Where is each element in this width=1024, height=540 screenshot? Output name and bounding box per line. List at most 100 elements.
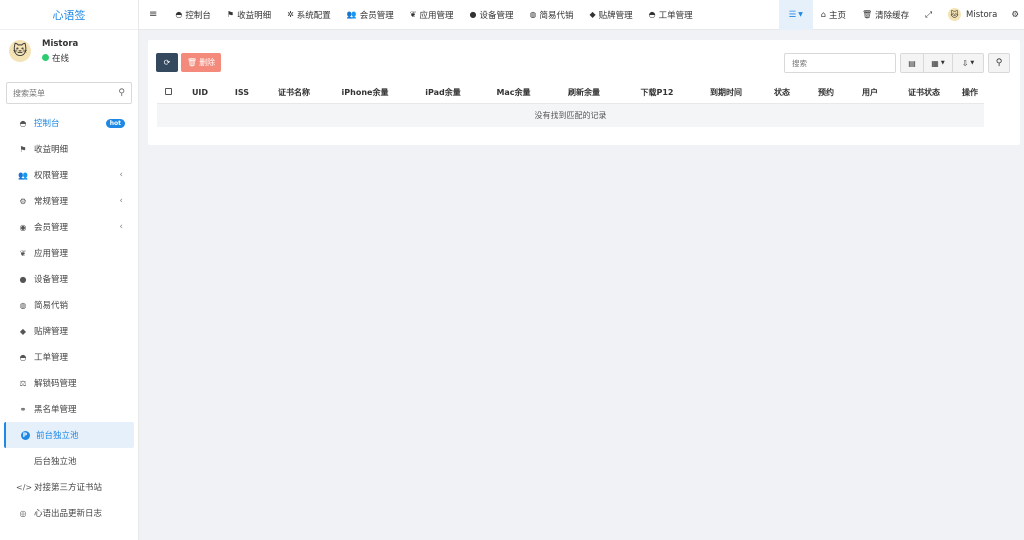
tags-icon: ◆ bbox=[19, 326, 27, 336]
column-header[interactable]: 下载P12 bbox=[622, 83, 692, 104]
topnav-item-label: 简易代销 bbox=[539, 10, 574, 21]
trash-icon: 🗑 bbox=[862, 10, 873, 19]
column-header[interactable]: Mac余量 bbox=[481, 83, 546, 104]
leaf-icon: ❦ bbox=[19, 248, 27, 258]
user-menu-name: Mistora bbox=[966, 9, 998, 20]
sidebar-item-permission[interactable]: 👥 权限管理 ‹ bbox=[0, 162, 138, 188]
search-icon[interactable]: ⚲ bbox=[118, 88, 125, 98]
clear-cache-button[interactable]: 🗑 清除缓存 bbox=[854, 0, 917, 30]
sidebar-item-unlock-codes[interactable]: ⚖ 解锁码管理 bbox=[0, 370, 138, 396]
table-search[interactable] bbox=[784, 53, 896, 73]
topnav-item-label: 贴牌管理 bbox=[598, 10, 633, 21]
column-header[interactable]: ISS bbox=[221, 83, 263, 104]
column-header[interactable]: 操作 bbox=[956, 83, 984, 104]
group-icon: 👥 bbox=[18, 170, 28, 180]
column-header[interactable]: 刷新余量 bbox=[546, 83, 622, 104]
sidebar-item-oem[interactable]: ◆ 贴牌管理 bbox=[0, 318, 138, 344]
menu-search-input[interactable] bbox=[13, 88, 119, 98]
delete-label: 删除 bbox=[199, 58, 216, 67]
user-menu[interactable]: 🐱 Mistora bbox=[940, 0, 1005, 30]
cogs-icon: ⚙ bbox=[19, 196, 27, 206]
user-status-text: 在线 bbox=[52, 53, 70, 64]
sidebar-item-general[interactable]: ⚙ 常规管理 ‹ bbox=[0, 188, 138, 214]
flag-icon: ⚑ bbox=[226, 10, 235, 19]
th-icon: ▦ bbox=[931, 58, 939, 68]
column-header[interactable]: 预约 bbox=[804, 83, 848, 104]
sidebar-item-consign[interactable]: ◍ 简易代销 bbox=[0, 292, 138, 318]
home-link[interactable]: ⌂ 主页 bbox=[813, 0, 854, 30]
chevron-left-icon: ‹ bbox=[119, 170, 123, 180]
column-header[interactable]: iPhone余量 bbox=[325, 83, 405, 104]
ticket-icon: ◓ bbox=[19, 352, 27, 362]
topnav-item-consign[interactable]: ◍ 简易代销 bbox=[522, 0, 582, 30]
circle-icon: ◍ bbox=[19, 300, 27, 310]
topnav-item-oem[interactable]: ◆ 贴牌管理 bbox=[582, 0, 641, 30]
sidebar-item-back-pool[interactable]: 后台独立池 bbox=[0, 448, 138, 474]
menu-toggle-button[interactable]: ≡ bbox=[139, 0, 167, 30]
select-all-checkbox[interactable] bbox=[157, 83, 179, 104]
sidebar-item-front-pool[interactable]: P 前台独立池 bbox=[4, 422, 134, 448]
topnav-item-system-config[interactable]: ✲ 系统配置 bbox=[279, 0, 339, 30]
sidebar-item-devices[interactable]: ● 设备管理 bbox=[0, 266, 138, 292]
code-icon: </> bbox=[16, 482, 33, 492]
topnav-item-members[interactable]: 👥 会员管理 bbox=[339, 0, 402, 30]
sidebar-item-members[interactable]: ◉ 会员管理 ‹ bbox=[0, 214, 138, 240]
settings-button[interactable]: ⚙ bbox=[1005, 0, 1024, 30]
column-header[interactable]: 状态 bbox=[760, 83, 804, 104]
table-right-tools: ▤ ▦▼ ⇩▼ ⚲ bbox=[784, 53, 1010, 73]
topnav-item-devices[interactable]: ● 设备管理 bbox=[462, 0, 522, 30]
topnav-item-label: 会员管理 bbox=[359, 10, 394, 21]
column-header[interactable]: UID bbox=[179, 83, 221, 104]
column-header[interactable]: 证书状态 bbox=[892, 83, 956, 104]
sidebar-item-blacklist[interactable]: ⚭ 黑名单管理 bbox=[0, 396, 138, 422]
sidebar-item-revenue[interactable]: ⚑ 收益明细 bbox=[0, 136, 138, 162]
refresh-button[interactable]: ⟳ bbox=[156, 53, 178, 72]
topnav-item-revenue[interactable]: ⚑ 收益明细 bbox=[219, 0, 279, 30]
sidebar-item-tickets[interactable]: ◓ 工单管理 bbox=[0, 344, 138, 370]
column-header[interactable]: 用户 bbox=[848, 83, 892, 104]
sidebar-item-label: 常规管理 bbox=[34, 197, 69, 207]
topnav-item-tickets[interactable]: ◓ 工单管理 bbox=[641, 0, 701, 30]
bicycle-icon: ⚭ bbox=[19, 404, 27, 414]
fullscreen-button[interactable]: ⤢ bbox=[917, 0, 940, 30]
table-icon: ▤ bbox=[908, 58, 916, 68]
gears-icon: ⚙ bbox=[1011, 9, 1019, 20]
sidebar-item-label: 应用管理 bbox=[34, 249, 69, 259]
table-search-input[interactable] bbox=[792, 58, 888, 68]
ticket-icon: ◓ bbox=[648, 10, 656, 19]
sidebar-item-dashboard[interactable]: ◓ 控制台 hot bbox=[0, 110, 138, 136]
columns-dropdown-button[interactable]: ▦ ▼ bbox=[923, 54, 952, 72]
multiplex-dropdown-button[interactable]: ☰ ▼ bbox=[778, 0, 813, 30]
sidebar-item-third-party[interactable]: </> 对接第三方证书站 bbox=[0, 474, 138, 500]
p-circle-icon: P bbox=[18, 430, 32, 440]
topnav-item-apps[interactable]: ❦ 应用管理 bbox=[402, 0, 462, 30]
sidebar-item-apps[interactable]: ❦ 应用管理 bbox=[0, 240, 138, 266]
column-header[interactable]: iPad余量 bbox=[405, 83, 481, 104]
home-icon: ⌂ bbox=[820, 10, 826, 19]
export-dropdown-button[interactable]: ⇩ ▼ bbox=[952, 54, 983, 72]
table-header-row: UID ISS 证书名称 iPhone余量 iPad余量 Mac余量 刷新余量 … bbox=[157, 83, 984, 104]
delete-button[interactable]: 🗑 删除 bbox=[181, 53, 221, 72]
sidebar-item-changelog[interactable]: ◎ 心语出品更新日志 bbox=[0, 500, 138, 526]
column-header[interactable]: 证书名称 bbox=[263, 83, 325, 104]
toggle-view-button[interactable]: ▤ bbox=[901, 54, 923, 72]
clear-cache-label: 清除缓存 bbox=[875, 10, 910, 21]
leaf-icon: ❦ bbox=[409, 10, 417, 19]
empty-table-message: 没有找到匹配的记录 bbox=[157, 103, 984, 127]
checkbox[interactable] bbox=[164, 88, 172, 96]
device-icon: ● bbox=[469, 10, 477, 19]
app-logo[interactable]: 心语签 bbox=[0, 0, 138, 30]
topnav-item-label: 系统配置 bbox=[296, 10, 331, 21]
advanced-search-button[interactable]: ⚲ bbox=[988, 53, 1010, 73]
column-header[interactable]: 到期时间 bbox=[692, 83, 760, 104]
topnav-item-label: 控制台 bbox=[185, 10, 211, 21]
refresh-icon: ⟳ bbox=[163, 58, 171, 67]
menu-search[interactable]: ⚲ bbox=[6, 82, 132, 104]
list-icon: ☰ bbox=[788, 9, 797, 20]
hot-badge: hot bbox=[105, 118, 125, 128]
expand-icon: ⤢ bbox=[925, 9, 932, 20]
device-icon: ● bbox=[19, 274, 27, 284]
topnav-item-dashboard[interactable]: ◓ 控制台 bbox=[167, 0, 219, 30]
sidebar-item-label: 对接第三方证书站 bbox=[34, 483, 103, 493]
user-name: Mistora bbox=[42, 38, 79, 49]
